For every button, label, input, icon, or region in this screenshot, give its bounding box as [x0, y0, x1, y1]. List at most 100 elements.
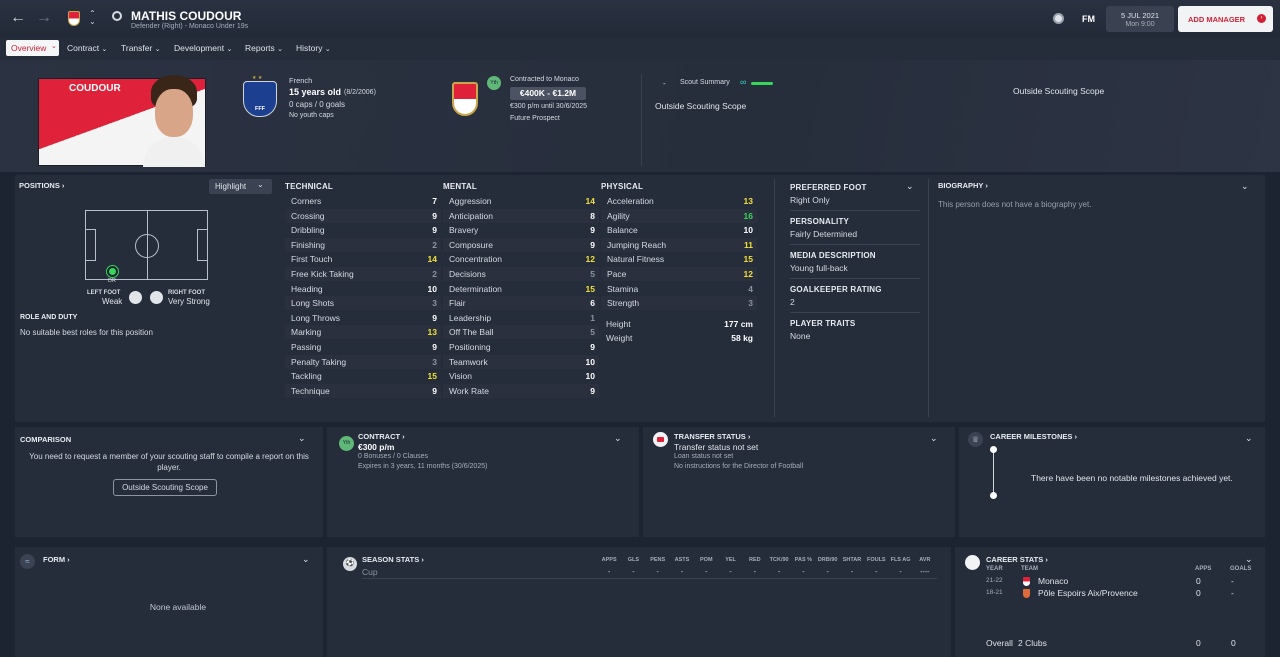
contract-header[interactable]: CONTRACT › — [358, 432, 405, 441]
attribute-row[interactable]: Corners 7 — [285, 194, 441, 208]
football-icon[interactable] — [1053, 13, 1064, 24]
season-col-header[interactable]: FLS AG — [888, 557, 912, 563]
attribute-row[interactable]: First Touch 14 — [285, 252, 441, 266]
career-row[interactable]: 21-22 Monaco 0 - — [986, 576, 1256, 588]
attribute-row[interactable]: Dribbling 9 — [285, 223, 441, 237]
attribute-row[interactable]: Crossing 9 — [285, 209, 441, 223]
yth-contract-icon: Yth — [339, 436, 354, 451]
season-col-header[interactable]: GLS — [621, 557, 645, 563]
physical-title: PHYSICAL — [601, 182, 644, 191]
attribute-row[interactable]: Leadership 1 — [443, 311, 599, 325]
attribute-row[interactable]: Balance 10 — [601, 223, 757, 237]
attribute-row[interactable]: Determination 15 — [443, 282, 599, 296]
tab-overview[interactable]: Overview ⌄ — [6, 40, 59, 56]
season-col-header[interactable]: DRB/90 — [816, 557, 840, 563]
season-col-header[interactable]: TCK/90 — [767, 557, 791, 563]
tab-transfer[interactable]: Transfer ⌄ — [121, 43, 161, 53]
attribute-row[interactable]: Natural Fitness 15 — [601, 252, 757, 266]
attribute-row[interactable]: Concentration 12 — [443, 252, 599, 266]
season-stats-header[interactable]: SEASON STATS › — [362, 555, 424, 564]
attribute-row[interactable]: Long Shots 3 — [285, 296, 441, 310]
attribute-row[interactable]: Technique 9 — [285, 384, 441, 398]
season-col-header[interactable]: AVR — [913, 557, 937, 563]
attribute-row[interactable]: Passing 9 — [285, 340, 441, 354]
attribute-row[interactable]: Off The Ball 5 — [443, 325, 599, 339]
season-col-header[interactable]: PAS % — [791, 557, 815, 563]
career-team-header: TEAM — [1021, 566, 1038, 572]
attribute-row[interactable]: Anticipation 8 — [443, 209, 599, 223]
date-box[interactable]: 5 JUL 2021 Mon 9:00 — [1106, 6, 1174, 32]
attribute-row[interactable]: Long Throws 9 — [285, 311, 441, 325]
chevron-down-icon[interactable]: ⌄ — [930, 433, 938, 444]
attribute-row[interactable]: Finishing 2 — [285, 238, 441, 252]
highlight-dropdown[interactable]: Highlight ⌄ — [209, 179, 272, 194]
season-col-header[interactable]: SHTAR — [840, 557, 864, 563]
attribute-value: 9 — [432, 385, 437, 396]
chevron-down-icon[interactable]: ⌄ — [614, 433, 622, 444]
attribute-row[interactable]: Composure 9 — [443, 238, 599, 252]
season-col-header[interactable]: YEL — [718, 557, 742, 563]
attribute-row[interactable]: Flair 6 — [443, 296, 599, 310]
chevron-down-icon[interactable]: ⌄ — [298, 433, 306, 444]
season-stats-icon: ⚽ — [343, 557, 357, 571]
attribute-row[interactable]: Work Rate 9 — [443, 384, 599, 398]
attribute-row[interactable]: Teamwork 10 — [443, 355, 599, 369]
chevron-down-icon[interactable]: ⌄ — [1245, 433, 1253, 444]
fm-logo[interactable]: FM — [1082, 14, 1095, 24]
search-icon[interactable] — [112, 11, 122, 21]
add-manager-button[interactable]: ADD MANAGER › — [1178, 6, 1273, 32]
position-dot[interactable] — [107, 266, 118, 277]
forward-arrow-icon[interactable]: → — [36, 9, 52, 27]
attribute-row[interactable]: Vision 10 — [443, 369, 599, 383]
attribute-row[interactable]: Tackling 15 — [285, 369, 441, 383]
player-name: MATHIS COUDOUR — [131, 9, 242, 23]
chevron-down-icon[interactable]: ⌄ — [302, 554, 310, 565]
career-row[interactable]: 18-21 Pôle Espoirs Aix/Provence 0 - — [986, 588, 1256, 600]
season-col-header[interactable]: POM — [694, 557, 718, 563]
form-panel: ≈ FORM › ⌄ None available — [15, 547, 323, 657]
tab-reports[interactable]: Reports ⌄ — [245, 43, 283, 53]
season-col-header[interactable]: PENS — [646, 557, 670, 563]
tab-contract[interactable]: Contract ⌄ — [67, 43, 107, 53]
club-crest-icon[interactable] — [68, 11, 80, 26]
transfer-header[interactable]: TRANSFER STATUS › — [674, 432, 750, 441]
form-header[interactable]: FORM › — [43, 555, 70, 564]
positions-header[interactable]: POSITIONS › — [19, 181, 64, 190]
season-col-header[interactable]: FOULS — [864, 557, 888, 563]
attribute-row[interactable]: Positioning 9 — [443, 340, 599, 354]
tab-history[interactable]: History ⌄ — [296, 43, 331, 53]
attribute-value: 3 — [432, 356, 437, 367]
attribute-row[interactable]: Heading 10 — [285, 282, 441, 296]
season-col-header[interactable]: ASTS — [670, 557, 694, 563]
season-col-header[interactable]: APPS — [597, 557, 621, 563]
attribute-row[interactable]: Strength 3 — [601, 296, 757, 310]
attribute-row[interactable]: Penalty Taking 3 — [285, 355, 441, 369]
attribute-name: Passing — [291, 342, 322, 352]
attribute-row[interactable]: Bravery 9 — [443, 223, 599, 237]
chevron-down-icon[interactable]: ⌄ — [1245, 554, 1253, 565]
attribute-row[interactable]: Jumping Reach 11 — [601, 238, 757, 252]
outside-scope-button[interactable]: Outside Scouting Scope — [113, 479, 217, 496]
career-stats-header[interactable]: CAREER STATS › — [986, 555, 1048, 564]
attribute-row[interactable]: Marking 13 — [285, 325, 441, 339]
chevron-down-icon[interactable]: ⌄ — [906, 181, 914, 192]
season-col-header[interactable]: RED — [743, 557, 767, 563]
attribute-row[interactable]: Agility 16 — [601, 209, 757, 223]
scout-bar — [751, 82, 773, 85]
attribute-row[interactable]: Pace 12 — [601, 267, 757, 281]
milestones-header[interactable]: CAREER MILESTONES › — [990, 432, 1077, 441]
loan-status-text: Loan status not set — [674, 453, 734, 460]
attribute-value: 9 — [590, 342, 595, 352]
attribute-row[interactable]: Free Kick Taking 2 — [285, 267, 441, 281]
attribute-row[interactable]: Aggression 14 — [443, 194, 599, 208]
attribute-row[interactable]: Stamina 4 — [601, 282, 757, 296]
attribute-row[interactable]: Acceleration 13 — [601, 194, 757, 208]
attribute-row[interactable]: Decisions 5 — [443, 267, 599, 281]
tab-development[interactable]: Development ⌄ — [174, 43, 232, 53]
biography-header[interactable]: BIOGRAPHY › — [938, 181, 988, 190]
back-arrow-icon[interactable]: ← — [10, 9, 26, 27]
chevron-down-icon[interactable]: ⌄ — [1241, 181, 1249, 192]
yth-badge: Yth — [487, 76, 501, 90]
chevron-updown-icon[interactable]: ⌃ ⌄ — [89, 10, 96, 26]
attribute-value: 4 — [748, 283, 753, 294]
